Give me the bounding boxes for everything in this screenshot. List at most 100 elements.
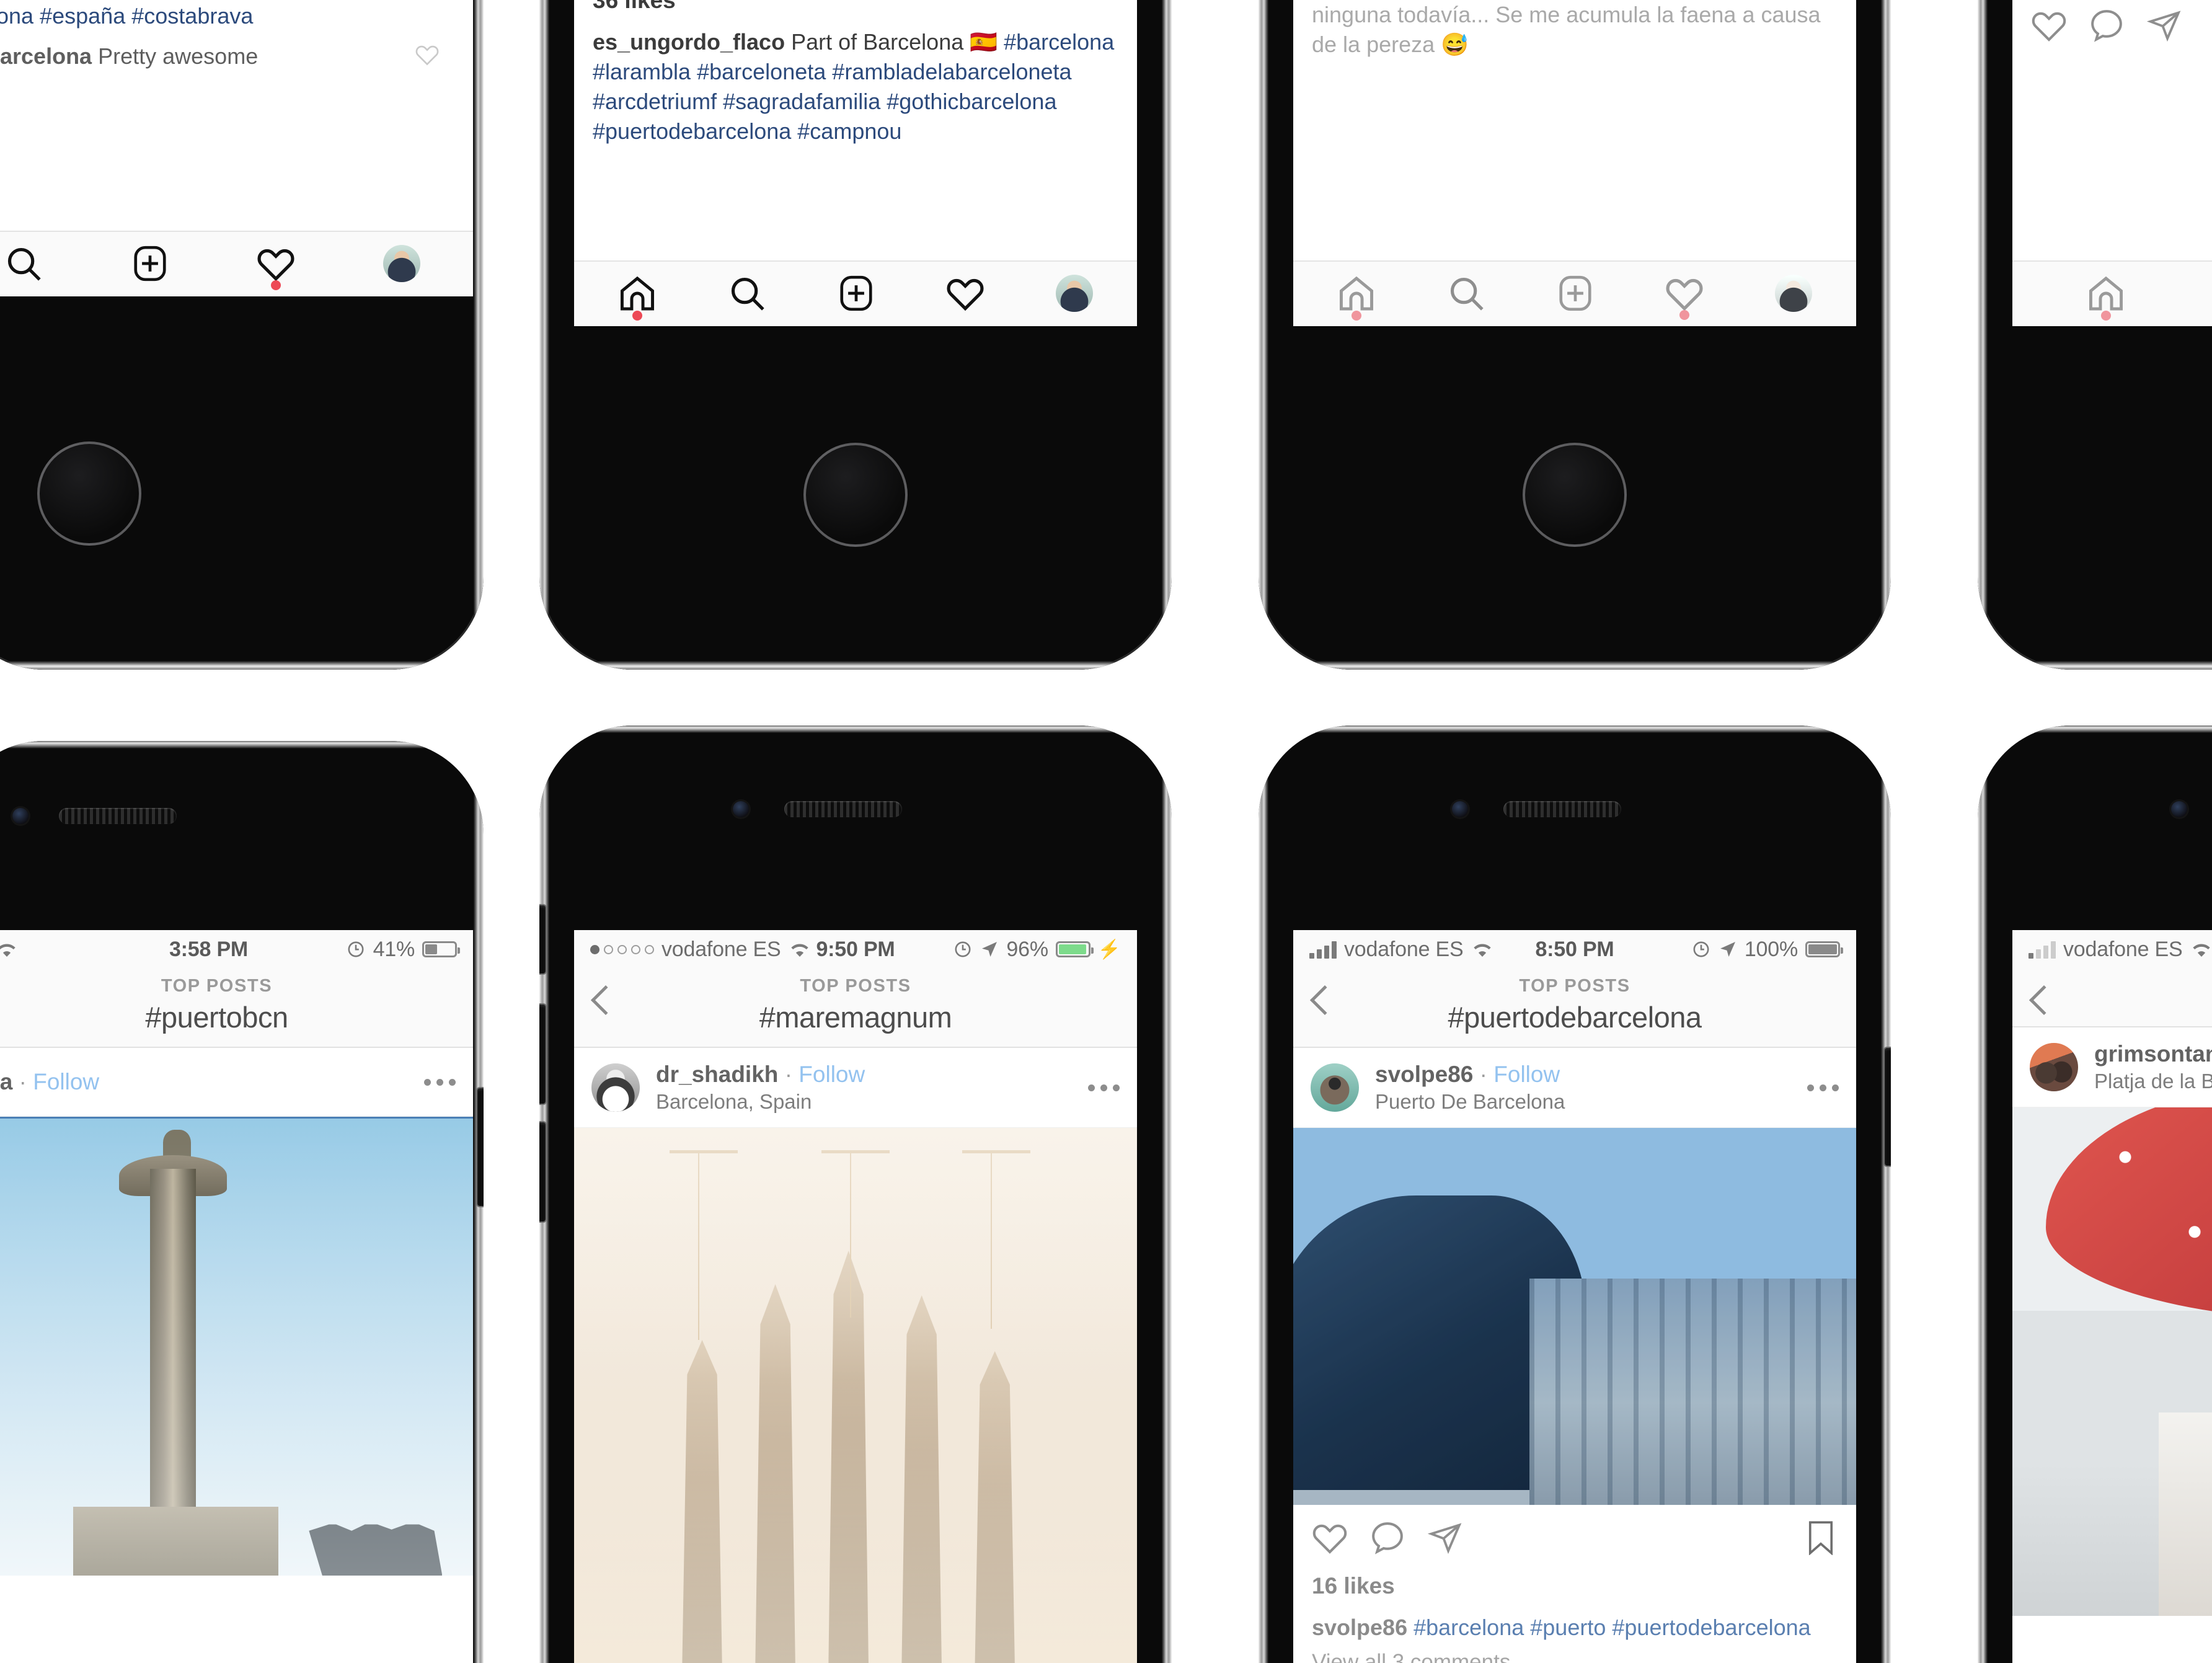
battery-percent: 100% <box>1744 937 1798 961</box>
tab-profile-avatar[interactable] <box>1055 275 1093 312</box>
home-button[interactable] <box>1523 443 1627 547</box>
view-all-comments-link[interactable]: View all 3 comments <box>1312 1650 1838 1663</box>
caption-hashtag[interactable]: #puertodebarcelona <box>593 118 791 144</box>
tab-activity[interactable] <box>946 275 984 311</box>
heart-icon[interactable] <box>1312 1521 1348 1554</box>
phone-bottom-2: vodafone ES 9:50 PM 96% ⚡ TOP POSTS #mar… <box>539 725 1172 1663</box>
tab-search[interactable] <box>1447 274 1485 313</box>
caption-hashtag[interactable]: #campnou <box>797 118 901 144</box>
avatar-image <box>2030 1043 2078 1091</box>
more-options-icon[interactable] <box>415 1078 456 1086</box>
bottom-tab-bar <box>0 231 473 296</box>
caption-hashtag[interactable]: #arcdetriumf <box>593 89 717 114</box>
phone-screen <box>2012 0 2212 326</box>
post-username[interactable]: dr_shadikh <box>656 1062 778 1087</box>
comment-icon[interactable] <box>1370 1520 1405 1555</box>
status-time: 8:50 PM <box>1535 937 1614 961</box>
street-lamp <box>309 1522 443 1576</box>
post-header-meta: gaka · Follow <box>0 1069 415 1095</box>
caption-hashtag[interactable]: #puertodebarcelona <box>1612 1615 1810 1640</box>
follow-button[interactable]: Follow <box>33 1069 99 1094</box>
tab-home[interactable] <box>1337 275 1376 321</box>
volume-down-button[interactable] <box>539 1122 546 1222</box>
caption-hashtag[interactable]: #barceloneta <box>697 59 826 84</box>
post-photo[interactable] <box>2012 1107 2212 1616</box>
caption-hashtag[interactable]: #larambla <box>593 59 691 84</box>
tab-home[interactable] <box>2087 275 2125 321</box>
column-shaft <box>149 1169 197 1525</box>
wifi-icon <box>1471 941 1493 958</box>
phone-screen: 88 #Barcelona #cataluña rcelona #españa … <box>0 0 473 296</box>
follow-button[interactable]: Follow <box>799 1062 865 1087</box>
post-username[interactable]: svolpe86 <box>1375 1062 1473 1087</box>
volume-up-button[interactable] <box>539 1004 546 1104</box>
tab-add-post[interactable] <box>837 274 875 313</box>
rotation-lock-icon <box>1691 939 1711 959</box>
post-photo[interactable] <box>574 1128 1137 1663</box>
more-options-icon[interactable] <box>1079 1084 1120 1091</box>
caption-username[interactable]: es_ungordo_flaco <box>593 29 785 55</box>
tab-activity[interactable] <box>1665 275 1704 320</box>
bookmark-icon[interactable] <box>1804 1520 1838 1555</box>
photo-image-lion-statue <box>1293 1128 1856 1505</box>
home-button[interactable] <box>803 443 908 547</box>
avatar[interactable] <box>2030 1043 2078 1091</box>
phone-rim-top <box>1259 725 1891 733</box>
likes-count: 36 likes <box>593 0 676 13</box>
post-photo[interactable] <box>0 1117 473 1576</box>
phone-rim-right <box>1162 725 1172 1663</box>
tower <box>974 1351 1015 1663</box>
mute-switch[interactable] <box>539 905 546 973</box>
power-button[interactable] <box>1885 1048 1891 1166</box>
power-button[interactable] <box>477 1088 484 1206</box>
tab-add-post[interactable] <box>131 244 169 283</box>
status-left: ES <box>0 938 169 962</box>
caption-username[interactable]: svolpe86 <box>1312 1615 1407 1640</box>
caption-hashtag[interactable]: #puerto <box>1530 1615 1606 1640</box>
caption-hashtag[interactable]: #rambladelabarceloneta <box>832 59 1071 84</box>
tab-profile-avatar[interactable] <box>1774 275 1812 312</box>
nav-title-hashtag: #puertobcn <box>145 1001 288 1034</box>
signal-strength-icon <box>590 944 654 954</box>
nav-title-hashtag: #maremagnum <box>759 1001 952 1034</box>
share-icon[interactable] <box>2146 7 2182 43</box>
front-camera-icon <box>12 808 29 824</box>
battery-percent: 96% <box>1006 937 1048 961</box>
location-arrow-icon <box>980 940 999 959</box>
avatar[interactable] <box>1311 1063 1359 1112</box>
caption-hashtag[interactable]: #barcelona <box>1004 29 1114 55</box>
front-camera-icon <box>733 801 749 817</box>
tab-home[interactable] <box>618 275 657 321</box>
caption-hashtag[interactable]: #sagradafamilia <box>723 89 880 114</box>
home-button[interactable] <box>37 441 141 546</box>
avatar[interactable] <box>591 1063 640 1112</box>
bottom-tab-bar <box>2012 260 2212 326</box>
tab-profile-avatar[interactable] <box>383 245 421 282</box>
post-photo[interactable] <box>1293 1128 1856 1505</box>
follow-button[interactable]: Follow <box>1493 1062 1560 1087</box>
status-right: 100% <box>1614 937 1844 962</box>
ios-status-bar: vodafone ES <box>2012 930 2212 969</box>
heart-icon[interactable] <box>2031 9 2067 42</box>
post-username[interactable]: gaka <box>0 1069 12 1094</box>
caption-hashtag[interactable]: #barcelona <box>1413 1615 1524 1640</box>
tab-search[interactable] <box>728 274 766 313</box>
battery-icon <box>1805 941 1844 957</box>
comment-icon[interactable] <box>2089 8 2124 43</box>
post-username[interactable]: grimsontany <box>2094 1041 2212 1067</box>
tab-search[interactable] <box>4 244 43 283</box>
post-location[interactable]: Barcelona, Spain <box>656 1090 1079 1114</box>
comment-heart-icon[interactable] <box>406 43 440 66</box>
construction-crane <box>821 1150 890 1318</box>
tab-add-post[interactable] <box>1556 274 1595 313</box>
phone-screen: vodafone ES 9:50 PM 96% ⚡ TOP POSTS #mar… <box>574 930 1137 1663</box>
avatar-image <box>383 245 421 282</box>
more-options-icon[interactable] <box>1798 1084 1839 1091</box>
share-icon[interactable] <box>1427 1520 1463 1556</box>
caption-hashtag[interactable]: #gothicbarcelona <box>887 89 1056 114</box>
phone-mockup-scene: 88 #Barcelona #cataluña rcelona #españa … <box>0 0 2212 1663</box>
post-location[interactable]: Puerto De Barcelona <box>1375 1090 1798 1114</box>
post-location[interactable]: Platja de la Bar <box>2094 1070 2212 1093</box>
tab-activity[interactable] <box>257 246 295 290</box>
comment-text: Pretty awesome <box>98 43 259 69</box>
